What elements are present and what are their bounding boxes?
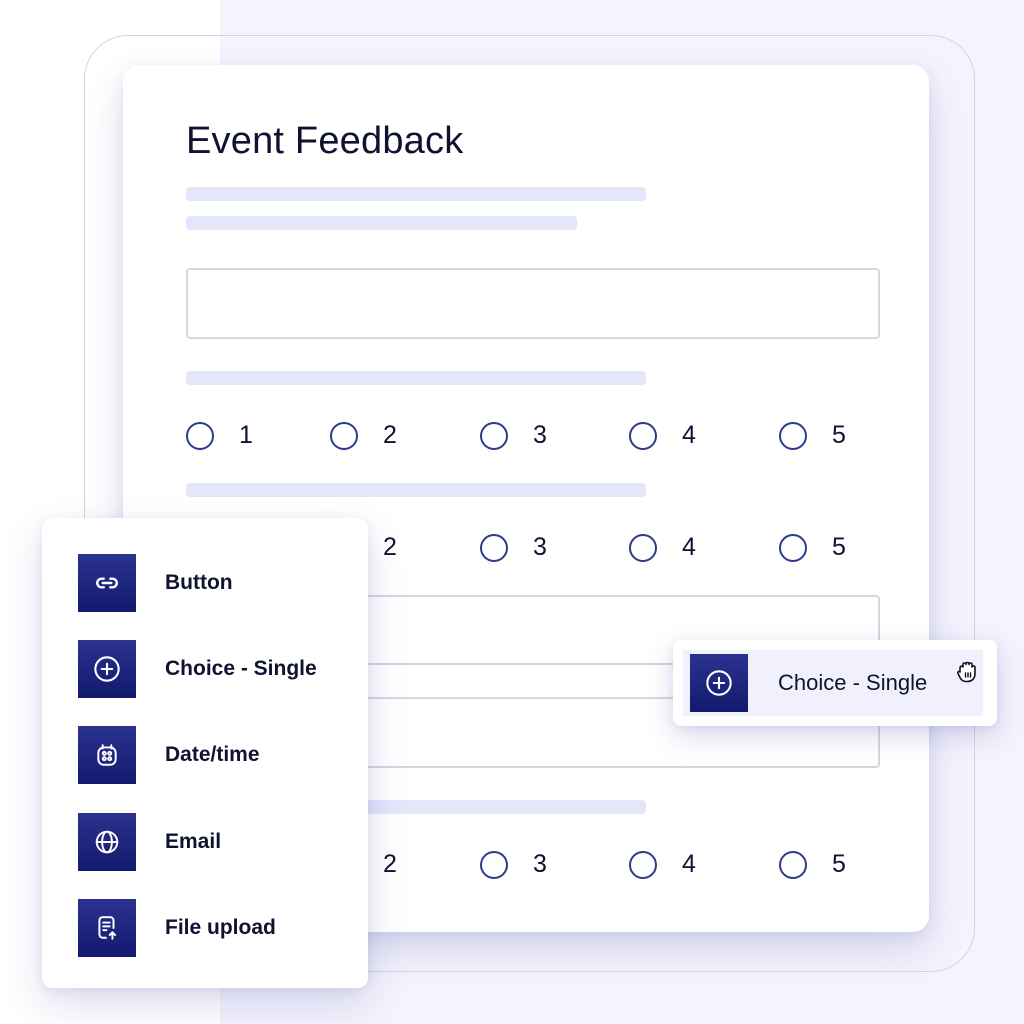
rating-option-5[interactable]: 5 [779,850,846,879]
radio-button[interactable] [186,421,214,450]
dragged-component-label: Choice - Single [778,670,928,695]
radio-label: 5 [832,850,846,878]
radio-label: 5 [832,533,846,561]
palette-item-email[interactable]: Email [78,813,221,871]
icon-tile [78,813,136,871]
link-icon [96,577,118,589]
radio-label: 4 [682,533,696,561]
radio-button[interactable] [629,421,657,450]
plus-circle-icon [706,670,732,696]
rating-option-2[interactable]: 2 [330,421,397,450]
description-line-1 [186,187,646,201]
plus-circle-icon [94,656,120,682]
palette-label: Date/time [165,743,260,766]
radio-label: 3 [533,421,547,449]
rating-option-4[interactable]: 4 [629,850,696,879]
radio-button[interactable] [480,850,508,879]
question-label-2 [186,483,646,497]
calendar-icon [97,744,117,766]
radio-label: 4 [682,421,696,449]
radio-button[interactable] [629,533,657,562]
palette-item-date-time[interactable]: Date/time [78,726,260,784]
radio-label: 2 [383,421,397,449]
icon-tile [78,726,136,784]
rating-option-3[interactable]: 3 [480,421,547,450]
icon-tile [78,554,136,612]
palette-item-button[interactable]: Button [78,554,233,612]
grab-hand-icon [957,661,976,683]
radio-label: 3 [533,533,547,561]
palette-item-choice-single[interactable]: Choice - Single [78,640,317,698]
palette-label: Choice - Single [165,657,317,680]
description-line-2 [186,216,577,230]
radio-button[interactable] [480,421,508,450]
question-label-1 [186,371,646,385]
radio-label: 4 [682,850,696,878]
icon-tile [78,640,136,698]
radio-label: 2 [383,850,397,878]
globe-icon [95,830,119,854]
rating-option-5[interactable]: 5 [779,533,846,562]
radio-button[interactable] [779,421,807,450]
rating-option-3[interactable]: 3 [480,850,547,879]
radio-button[interactable] [330,421,358,450]
radio-button[interactable] [779,533,807,562]
radio-button[interactable] [779,850,807,879]
rating-row-1: 1 2 3 4 5 [186,421,866,451]
rating-option-4[interactable]: 4 [629,421,696,450]
file-upload-icon [98,916,117,940]
rating-option-4[interactable]: 4 [629,533,696,562]
palette-item-file-upload[interactable]: File upload [78,899,276,957]
radio-label: 1 [239,421,253,449]
rating-option-5[interactable]: 5 [779,421,846,450]
palette-label: Email [165,830,222,853]
radio-label: 3 [533,850,547,878]
radio-label: 5 [832,421,846,449]
dragged-component[interactable]: Choice - Single [673,640,997,726]
rating-option-1[interactable]: 1 [186,421,253,450]
radio-label: 2 [383,533,397,561]
palette-label: File upload [165,916,276,939]
palette-label: Button [165,571,233,594]
icon-tile [78,899,136,957]
radio-button[interactable] [480,533,508,562]
dragged-component-inner: Choice - Single [683,650,983,716]
form-title: Event Feedback [186,120,464,162]
text-input-field[interactable] [186,268,880,339]
component-palette: Button Choice - Single Date/time Email F… [42,518,368,988]
radio-button[interactable] [629,850,657,879]
rating-option-3[interactable]: 3 [480,533,547,562]
icon-tile [690,654,748,712]
